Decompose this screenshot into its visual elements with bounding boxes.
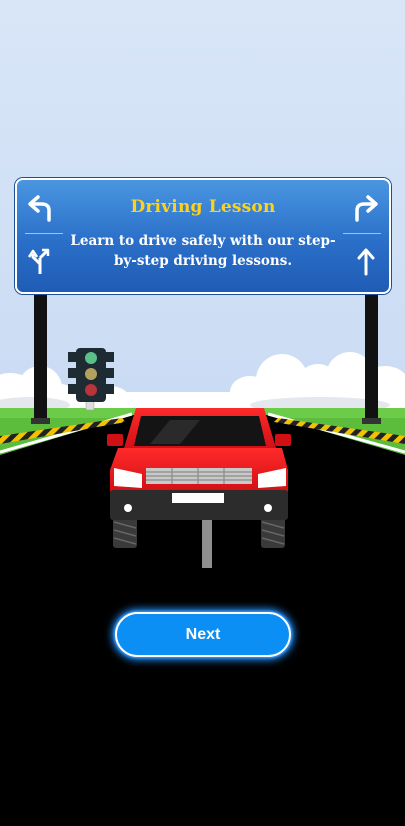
sign-divider-right [343,233,381,234]
lesson-title: Driving Lesson [130,197,276,217]
fork-left-arrow-icon [27,248,50,274]
sign-post-right [365,292,378,422]
sign-divider-left [25,233,63,234]
sign-post-left [34,292,47,422]
lesson-road-sign: Driving Lesson Learn to drive safely wit… [15,178,391,294]
next-button[interactable]: Next [115,612,291,657]
road-scene [0,0,405,826]
straight-arrow-icon [357,248,375,276]
lesson-description: Learn to drive safely with our step-by-s… [70,233,336,269]
